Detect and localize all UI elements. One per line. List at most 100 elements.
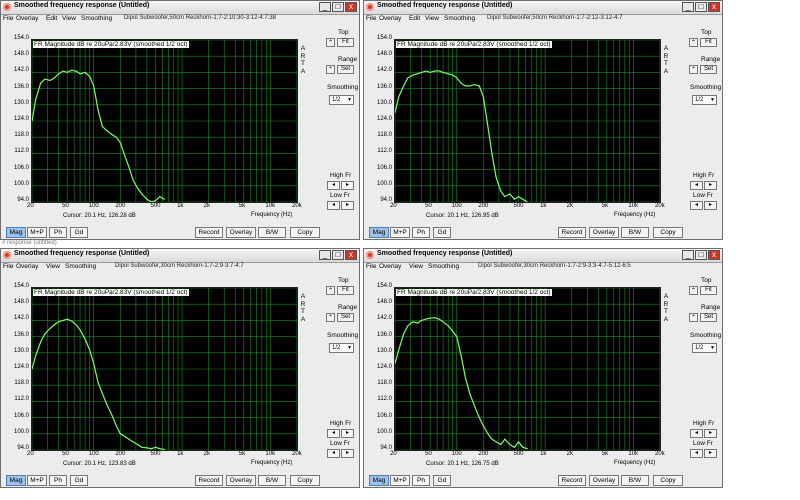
range-updown[interactable]: ÷: [326, 65, 335, 74]
high-fr-left-arrow[interactable]: ◂: [327, 429, 340, 438]
smoothing-select[interactable]: 1/2 ▼: [692, 95, 717, 105]
set-button[interactable]: Set: [337, 313, 354, 322]
menu-smoothing[interactable]: Smoothing: [65, 263, 96, 270]
maximize-button[interactable]: □: [332, 250, 344, 260]
menu-file[interactable]: File: [366, 15, 376, 22]
bw-button[interactable]: B/W: [621, 475, 649, 486]
low-fr-left-arrow[interactable]: ◂: [327, 449, 340, 458]
menu-overlay[interactable]: Overlay: [16, 15, 38, 22]
plot-area[interactable]: [31, 287, 298, 451]
high-fr-right-arrow[interactable]: ▸: [341, 181, 354, 190]
menu-file[interactable]: File: [3, 15, 13, 22]
fit-button[interactable]: Fit: [700, 38, 717, 47]
fit-button[interactable]: Fit: [700, 286, 717, 295]
minimize-button[interactable]: _: [682, 250, 694, 260]
record-button[interactable]: Record: [195, 475, 223, 486]
ph-button[interactable]: Ph: [49, 475, 67, 486]
low-fr-right-arrow[interactable]: ▸: [704, 201, 717, 210]
low-fr-left-arrow[interactable]: ◂: [690, 449, 703, 458]
menu-edit[interactable]: Edit: [46, 15, 57, 22]
menu-view[interactable]: View: [46, 263, 60, 270]
mp-button[interactable]: M+P: [27, 475, 47, 486]
menu-view[interactable]: View: [425, 15, 439, 22]
fit-button[interactable]: Fit: [337, 38, 354, 47]
mp-button[interactable]: M+P: [27, 227, 47, 238]
high-fr-left-arrow[interactable]: ◂: [327, 181, 340, 190]
plot-area[interactable]: [394, 287, 661, 451]
title-bar[interactable]: Smoothed frequency response (Untitled) _…: [364, 249, 722, 263]
overlay-button[interactable]: Overlay: [226, 475, 256, 486]
set-button[interactable]: Set: [337, 65, 354, 74]
overlay-button[interactable]: Overlay: [589, 475, 619, 486]
high-fr-right-arrow[interactable]: ▸: [704, 181, 717, 190]
top-updown[interactable]: ÷: [326, 38, 335, 47]
low-fr-right-arrow[interactable]: ▸: [341, 201, 354, 210]
close-button[interactable]: x: [345, 250, 357, 260]
mp-button[interactable]: M+P: [390, 227, 410, 238]
maximize-button[interactable]: □: [695, 2, 707, 12]
copy-button[interactable]: Copy: [290, 227, 320, 238]
range-updown[interactable]: ÷: [689, 65, 698, 74]
menu-smoothing[interactable]: Smoothing: [81, 15, 112, 22]
ph-button[interactable]: Ph: [412, 227, 430, 238]
close-button[interactable]: x: [345, 2, 357, 12]
high-fr-right-arrow[interactable]: ▸: [704, 429, 717, 438]
low-fr-left-arrow[interactable]: ◂: [327, 201, 340, 210]
bw-button[interactable]: B/W: [258, 475, 286, 486]
high-fr-right-arrow[interactable]: ▸: [341, 429, 354, 438]
maximize-button[interactable]: □: [695, 250, 707, 260]
high-fr-left-arrow[interactable]: ◂: [690, 429, 703, 438]
menu-view[interactable]: View: [409, 263, 423, 270]
low-fr-left-arrow[interactable]: ◂: [690, 201, 703, 210]
range-updown[interactable]: ÷: [689, 313, 698, 322]
top-updown[interactable]: ÷: [689, 286, 698, 295]
top-updown[interactable]: ÷: [326, 286, 335, 295]
menu-smoothing[interactable]: Smoothing: [428, 263, 459, 270]
copy-button[interactable]: Copy: [290, 475, 320, 486]
overlay-button[interactable]: Overlay: [589, 227, 619, 238]
overlay-button[interactable]: Overlay: [226, 227, 256, 238]
bw-button[interactable]: B/W: [621, 227, 649, 238]
minimize-button[interactable]: _: [319, 250, 331, 260]
maximize-button[interactable]: □: [332, 2, 344, 12]
gd-button[interactable]: Gd: [70, 227, 88, 238]
menu-overlay[interactable]: Overlay: [379, 15, 401, 22]
mag-button[interactable]: Mag: [6, 227, 26, 238]
menu-file[interactable]: File: [366, 263, 376, 270]
mag-button[interactable]: Mag: [369, 475, 389, 486]
mp-button[interactable]: M+P: [390, 475, 410, 486]
gd-button[interactable]: Gd: [70, 475, 88, 486]
minimize-button[interactable]: _: [682, 2, 694, 12]
bw-button[interactable]: B/W: [258, 227, 286, 238]
close-button[interactable]: x: [708, 2, 720, 12]
set-button[interactable]: Set: [700, 313, 717, 322]
smoothing-select[interactable]: 1/2 ▼: [692, 343, 717, 353]
ph-button[interactable]: Ph: [412, 475, 430, 486]
menu-edit[interactable]: Edit: [409, 15, 420, 22]
menu-smoothing[interactable]: Smoothing: [444, 15, 475, 22]
menu-overlay[interactable]: Overlay: [16, 263, 38, 270]
ph-button[interactable]: Ph: [49, 227, 67, 238]
record-button[interactable]: Record: [195, 227, 223, 238]
mag-button[interactable]: Mag: [6, 475, 26, 486]
top-updown[interactable]: ÷: [689, 38, 698, 47]
plot-area[interactable]: [394, 39, 661, 203]
menu-overlay[interactable]: Overlay: [379, 263, 401, 270]
range-updown[interactable]: ÷: [326, 313, 335, 322]
menu-file[interactable]: File: [3, 263, 13, 270]
gd-button[interactable]: Gd: [433, 475, 451, 486]
gd-button[interactable]: Gd: [433, 227, 451, 238]
copy-button[interactable]: Copy: [653, 227, 683, 238]
set-button[interactable]: Set: [700, 65, 717, 74]
high-fr-left-arrow[interactable]: ◂: [690, 181, 703, 190]
close-button[interactable]: x: [708, 250, 720, 260]
title-bar[interactable]: Smoothed frequency response (Untitled) _…: [364, 1, 722, 15]
fit-button[interactable]: Fit: [337, 286, 354, 295]
copy-button[interactable]: Copy: [653, 475, 683, 486]
menu-view[interactable]: View: [62, 15, 76, 22]
record-button[interactable]: Record: [558, 475, 586, 486]
low-fr-right-arrow[interactable]: ▸: [704, 449, 717, 458]
mag-button[interactable]: Mag: [369, 227, 389, 238]
smoothing-select[interactable]: 1/2 ▼: [329, 343, 354, 353]
minimize-button[interactable]: _: [319, 2, 331, 12]
